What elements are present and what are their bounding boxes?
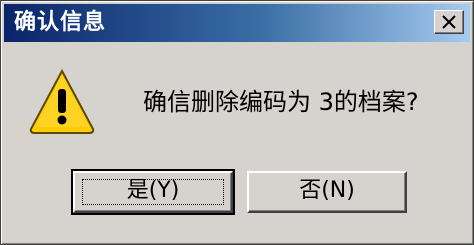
close-icon: [442, 15, 456, 29]
yes-button-label: 是(Y): [126, 178, 180, 203]
no-button[interactable]: 否(N): [247, 171, 407, 213]
no-button-label: 否(N): [299, 178, 355, 203]
warning-icon: [29, 68, 95, 134]
close-button[interactable]: [434, 10, 464, 34]
confirm-dialog: 确认信息 确信删除编码为 3的档案? 是(Y) 否(N): [0, 0, 474, 245]
confirm-message: 确信删除编码为 3的档案?: [143, 88, 419, 116]
yes-button[interactable]: 是(Y): [71, 169, 235, 215]
window-title: 确认信息: [14, 10, 107, 35]
titlebar[interactable]: 确认信息: [4, 4, 470, 42]
